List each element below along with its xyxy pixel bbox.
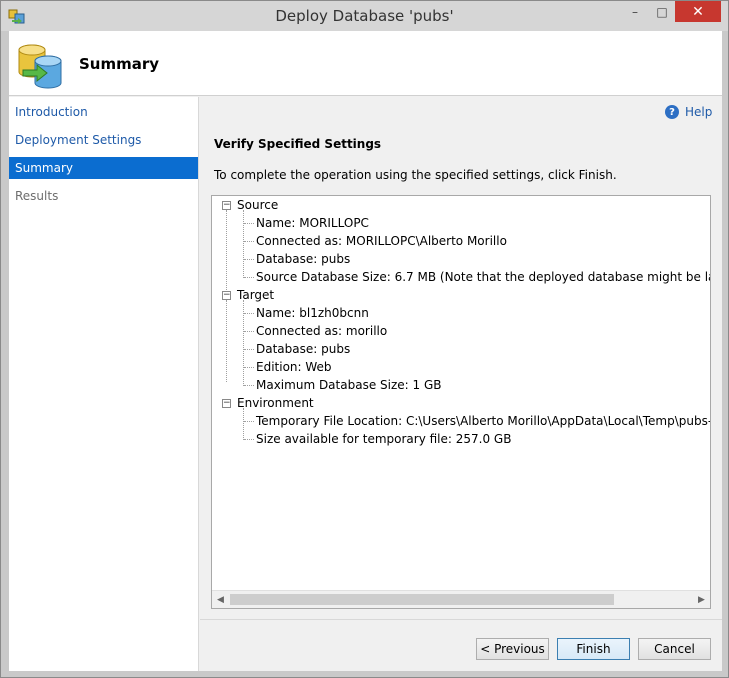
tree-branch: [244, 259, 254, 260]
tree-item: Edition: Web: [256, 360, 332, 374]
settings-tree[interactable]: − Source Name: MORILLOPC Connected as: M…: [211, 195, 711, 609]
tree-item: Name: bl1zh0bcnn: [256, 306, 369, 320]
minimize-button[interactable]: –: [622, 1, 648, 22]
tree-branch: [244, 331, 254, 332]
title-bar[interactable]: Deploy Database 'pubs' – □ ✕: [1, 1, 728, 31]
close-button[interactable]: ✕: [675, 1, 721, 22]
help-label: Help: [685, 105, 713, 119]
tree-item: Database: pubs: [256, 252, 351, 266]
nav-item-introduction[interactable]: Introduction: [9, 101, 198, 123]
horizontal-scrollbar[interactable]: ◀ ▶: [212, 590, 710, 608]
tree-node-environment[interactable]: Environment: [237, 394, 314, 412]
finish-button[interactable]: Finish: [557, 638, 630, 660]
tree-branch: [244, 349, 254, 350]
previous-button[interactable]: < Previous: [476, 638, 549, 660]
deploy-database-window: Deploy Database 'pubs' – □ ✕ Summary Int…: [0, 0, 729, 678]
tree-branch: [244, 241, 254, 242]
tree-branch: [244, 421, 254, 422]
footer-divider: [200, 619, 722, 620]
collapse-toggle-source[interactable]: −: [222, 201, 231, 210]
database-deploy-icon: [18, 44, 62, 89]
tree-branch: [244, 367, 254, 368]
nav-item-results: Results: [15, 189, 59, 203]
collapse-toggle-target[interactable]: −: [222, 291, 231, 300]
scroll-right-arrow-icon[interactable]: ▶: [693, 591, 710, 608]
nav-item-deployment-settings[interactable]: Deployment Settings: [9, 129, 198, 151]
dialog-client-area: Summary Introduction Deployment Settings…: [9, 31, 722, 671]
tree-branch: [244, 277, 254, 278]
tree-item: Source Database Size: 6.7 MB (Note that …: [256, 270, 710, 284]
tree-connector: [243, 408, 244, 440]
scrollbar-thumb[interactable]: [230, 594, 614, 605]
collapse-toggle-environment[interactable]: −: [222, 399, 231, 408]
cancel-button[interactable]: Cancel: [638, 638, 711, 660]
tree-branch: [244, 313, 254, 314]
page-header: Summary: [9, 31, 722, 96]
tree-content: − Source Name: MORILLOPC Connected as: M…: [212, 196, 710, 590]
section-title: Verify Specified Settings: [214, 137, 382, 151]
nav-item-summary[interactable]: Summary: [9, 157, 198, 179]
tree-item: Temporary File Location: C:\Users\Albert…: [256, 414, 711, 428]
tree-connector: [226, 300, 227, 382]
tree-item: Size available for temporary file: 257.0…: [256, 432, 512, 446]
tree-node-source[interactable]: Source: [237, 196, 278, 214]
tree-node-target[interactable]: Target: [237, 286, 274, 304]
tree-connector: [243, 210, 244, 278]
window-title: Deploy Database 'pubs': [275, 7, 454, 25]
tree-item: Name: MORILLOPC: [256, 216, 369, 230]
tree-branch: [244, 385, 254, 386]
maximize-button[interactable]: □: [649, 1, 675, 22]
tree-branch: [244, 439, 254, 440]
tree-item: Database: pubs: [256, 342, 351, 356]
tree-item: Connected as: morillo: [256, 324, 388, 338]
page-title: Summary: [79, 55, 160, 73]
help-icon: ?: [665, 105, 679, 119]
instruction-text: To complete the operation using the spec…: [214, 168, 617, 182]
tree-item: Maximum Database Size: 1 GB: [256, 378, 442, 392]
scroll-left-arrow-icon[interactable]: ◀: [212, 591, 229, 608]
help-link[interactable]: ? Help: [665, 105, 712, 119]
wizard-nav: Introduction Deployment Settings Summary…: [9, 97, 199, 671]
tree-branch: [244, 223, 254, 224]
tree-connector: [226, 210, 227, 292]
tree-item: Connected as: MORILLOPC\Alberto Morillo: [256, 234, 507, 248]
